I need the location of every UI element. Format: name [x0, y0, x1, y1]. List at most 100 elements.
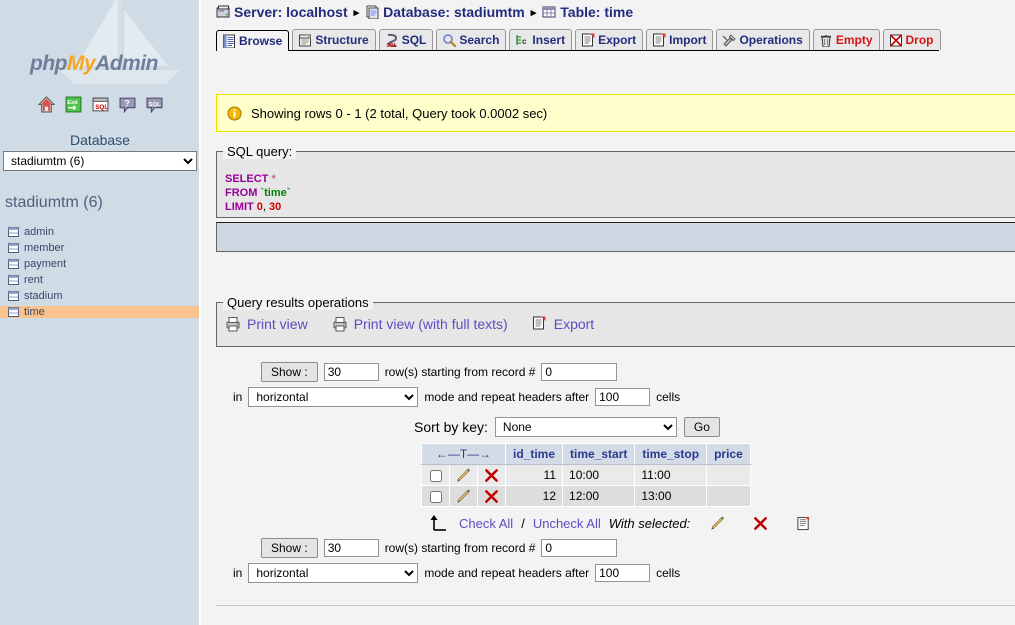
tab-insert[interactable]: cInsert — [509, 29, 572, 50]
row-checkbox[interactable] — [430, 470, 442, 482]
check-all-link[interactable]: Check All — [459, 516, 513, 531]
sql-query-legend: SQL query: — [223, 144, 296, 159]
record-input-bottom[interactable] — [541, 539, 617, 557]
sidebar-table-payment[interactable]: payment — [0, 258, 200, 270]
help-icon[interactable]: ? — [119, 96, 136, 113]
edit-icon[interactable] — [456, 468, 471, 483]
delete-icon[interactable] — [484, 468, 499, 483]
tab-label: Structure — [315, 33, 368, 47]
table-row: 1110:0011:00 — [422, 465, 751, 486]
column-header-time_start[interactable]: time_start — [563, 444, 635, 465]
delete-icon[interactable] — [753, 516, 768, 531]
headers-input-top[interactable] — [595, 388, 650, 406]
bottom-divider — [216, 605, 1015, 606]
sort-by-key-row: Sort by key: None Go — [414, 417, 720, 437]
sort-by-key-select[interactable]: None — [495, 417, 677, 437]
qrop-link-print-view[interactable]: Print view — [225, 316, 308, 332]
row-edit-cell — [450, 486, 478, 507]
database-select[interactable]: stadiumtm (6) — [3, 151, 197, 171]
sort-by-key-label: Sort by key: — [414, 419, 488, 435]
record-input-top[interactable] — [541, 363, 617, 381]
rows-input-bottom[interactable] — [324, 539, 379, 557]
exit-icon[interactable]: Exit — [65, 96, 82, 113]
column-header-price[interactable]: price — [707, 444, 751, 465]
qrop-link-label: Print view (with full texts) — [354, 316, 508, 332]
sql-kw-limit: LIMIT — [225, 201, 254, 213]
mode-label-bottom: mode and repeat headers after — [424, 566, 589, 580]
sidebar-table-member[interactable]: member — [0, 242, 200, 254]
uncheck-all-link[interactable]: Uncheck All — [533, 516, 601, 531]
tab-import[interactable]: Import — [646, 29, 713, 50]
print-icon — [332, 316, 348, 332]
tab-operations[interactable]: Operations — [716, 29, 809, 50]
rows-label-top: row(s) starting from record # — [385, 365, 536, 379]
sort-go-button[interactable]: Go — [684, 417, 720, 437]
qrop-link-export[interactable]: Export — [532, 316, 594, 332]
edit-icon[interactable] — [710, 516, 725, 531]
home-icon[interactable] — [38, 96, 55, 113]
browse-icon — [222, 34, 236, 48]
row-checkbox[interactable] — [430, 491, 442, 503]
svg-text:SQL: SQL — [95, 104, 108, 111]
breadcrumb-item-1[interactable]: Database: stadiumtm — [383, 4, 525, 20]
mode-select-bottom[interactable]: horizontal — [248, 563, 418, 583]
sidebar-table-admin[interactable]: admin — [0, 226, 200, 238]
sql-kw-from: FROM — [225, 187, 257, 199]
results-table-body: 1110:0011:001212:0013:00 — [422, 465, 751, 507]
cell-price — [707, 465, 751, 486]
structure-icon — [298, 33, 312, 47]
column-header-id_time[interactable]: id_time — [506, 444, 563, 465]
show-row-mode-bottom: in horizontal mode and repeat headers af… — [201, 563, 961, 583]
delete-icon[interactable] — [484, 489, 499, 504]
logo-area: phpMyAdmin — [0, 0, 199, 88]
sidebar-table-stadium[interactable]: stadium — [0, 290, 200, 302]
cell-id_time: 11 — [506, 465, 563, 486]
cell-time_stop: 11:00 — [635, 465, 707, 486]
sidebar-table-label: rent — [24, 274, 43, 286]
main-content: Server: localhost▸Database: stadiumtm▸Ta… — [201, 0, 1015, 625]
column-header-time_stop[interactable]: time_stop — [635, 444, 707, 465]
phpmyadmin-page: phpMyAdmin Exit SQL ? — [0, 0, 1015, 625]
tab-drop[interactable]: Drop — [883, 29, 941, 50]
tab-sql[interactable]: SQLSQL — [379, 29, 434, 50]
tab-empty[interactable]: Empty — [813, 29, 880, 50]
tab-structure[interactable]: Structure — [292, 29, 375, 50]
qrop-link-print-view-with-full-texts[interactable]: Print view (with full texts) — [332, 316, 508, 332]
tab-export[interactable]: Export — [575, 29, 643, 50]
cell-time_start: 12:00 — [563, 486, 635, 507]
row-checkbox-cell — [422, 465, 450, 486]
in-label-top: in — [233, 390, 242, 404]
export-icon[interactable] — [796, 516, 811, 531]
sidebar-database-title: stadiumtm (6) — [5, 194, 103, 212]
cell-time_start: 10:00 — [563, 465, 635, 486]
sql-table-name: `time` — [260, 187, 290, 199]
show-button-bottom[interactable]: Show : — [261, 538, 318, 558]
with-selected-label: With selected: — [609, 516, 691, 531]
sidebar-table-rent[interactable]: rent — [0, 274, 200, 286]
rows-label-bottom: row(s) starting from record # — [385, 541, 536, 555]
sql-window-icon[interactable]: SQL — [92, 96, 109, 113]
sidebar-table-label: member — [24, 242, 64, 254]
logo-php: php — [30, 52, 67, 75]
sql-help-icon[interactable]: SQL — [146, 96, 163, 113]
query-results-operations-links: Print view Print view (with full texts) Ex… — [225, 316, 594, 332]
sql-limit-comma: , — [263, 201, 266, 213]
rows-input-top[interactable] — [324, 363, 379, 381]
database-icon — [365, 5, 379, 19]
breadcrumb-item-0[interactable]: Server: localhost — [234, 4, 348, 20]
breadcrumb-item-2[interactable]: Table: time — [560, 4, 633, 20]
sidebar-table-label: payment — [24, 258, 66, 270]
tab-search[interactable]: Search — [436, 29, 506, 50]
show-button-top[interactable]: Show : — [261, 362, 318, 382]
edit-icon[interactable] — [456, 489, 471, 504]
sidebar-table-time[interactable]: time — [0, 306, 200, 318]
show-row-rows-bottom: Show : row(s) starting from record # — [201, 538, 961, 558]
print-icon — [225, 316, 241, 332]
tab-label: Import — [669, 33, 706, 47]
logo-admin: Admin — [95, 52, 158, 75]
svg-text:SQL: SQL — [386, 43, 396, 47]
sidebar-table-label: time — [24, 306, 45, 318]
mode-select-top[interactable]: horizontal — [248, 387, 418, 407]
headers-input-bottom[interactable] — [595, 564, 650, 582]
tab-browse[interactable]: Browse — [216, 30, 289, 51]
